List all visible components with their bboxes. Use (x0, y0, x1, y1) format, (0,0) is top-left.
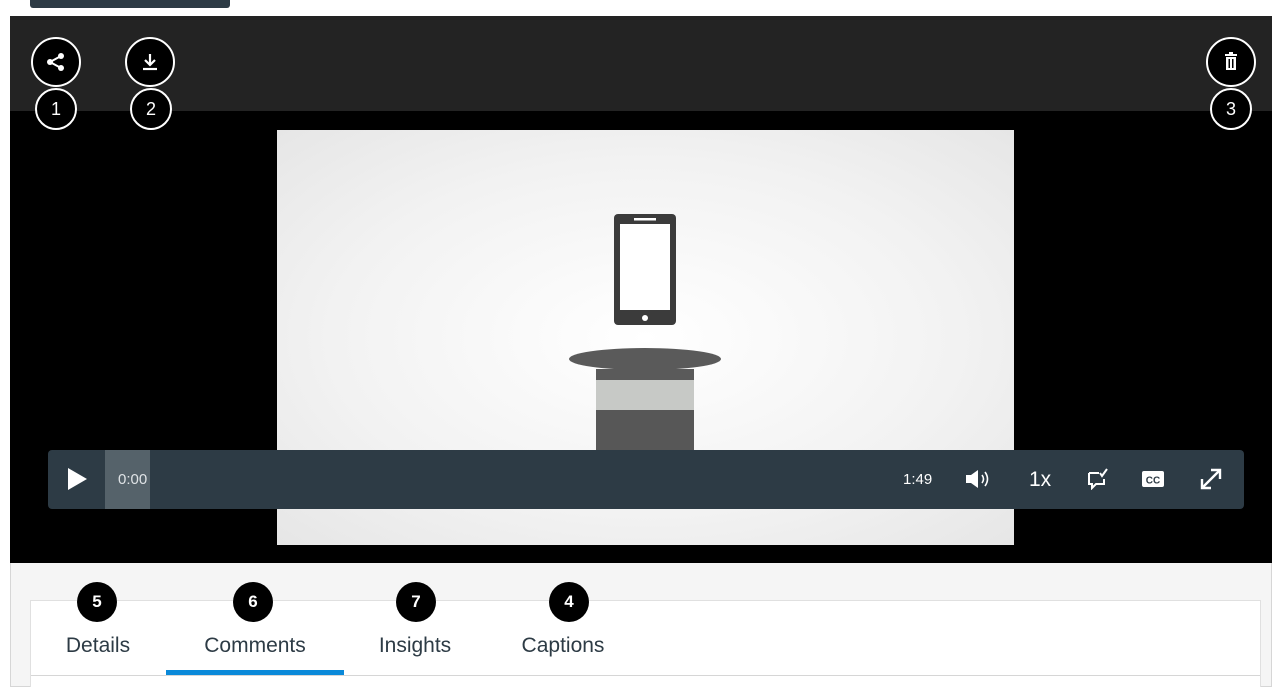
closed-captions-icon: CC (1142, 471, 1164, 487)
current-time: 0:00 (118, 471, 148, 488)
insights-badge: 7 (396, 582, 436, 622)
fullscreen-button[interactable] (1196, 464, 1226, 494)
tab-insights-label: Insights (378, 634, 452, 657)
download-button[interactable] (125, 37, 175, 87)
tab-divider (31, 675, 1260, 676)
download-badge: 2 (130, 88, 172, 130)
top-edge-decoration (30, 0, 230, 8)
share-badge: 1 (35, 88, 77, 130)
quiz-button[interactable] (1083, 464, 1113, 494)
captions-button[interactable]: CC (1138, 464, 1168, 494)
player-top-bar (10, 16, 1272, 111)
delete-badge: 3 (1210, 88, 1252, 130)
play-button[interactable] (62, 464, 92, 494)
duration: 1:49 (903, 471, 933, 488)
play-icon (68, 468, 87, 490)
active-tab-indicator (166, 670, 344, 675)
trash-icon (1225, 52, 1237, 70)
download-icon (143, 54, 157, 71)
tab-captions-label: Captions (521, 634, 605, 657)
comments-badge: 6 (233, 582, 273, 622)
video-player: 1 2 3 0:00 1:49 1x CC (10, 16, 1272, 563)
tab-comments-label: Comments (204, 634, 306, 657)
tab-details-label: Details (65, 634, 131, 657)
share-icon (47, 53, 64, 71)
captions-badge: 4 (549, 582, 589, 622)
volume-icon (966, 470, 989, 488)
quiz-icon (1088, 468, 1108, 490)
svg-text:CC: CC (1146, 476, 1160, 487)
delete-button[interactable] (1206, 37, 1256, 87)
fullscreen-icon (1200, 468, 1222, 490)
details-badge: 5 (77, 582, 117, 622)
share-button[interactable] (31, 37, 81, 87)
volume-button[interactable] (962, 464, 996, 494)
player-controls: 0:00 1:49 1x CC (48, 450, 1244, 509)
speed-button[interactable]: 1x (1029, 450, 1051, 509)
